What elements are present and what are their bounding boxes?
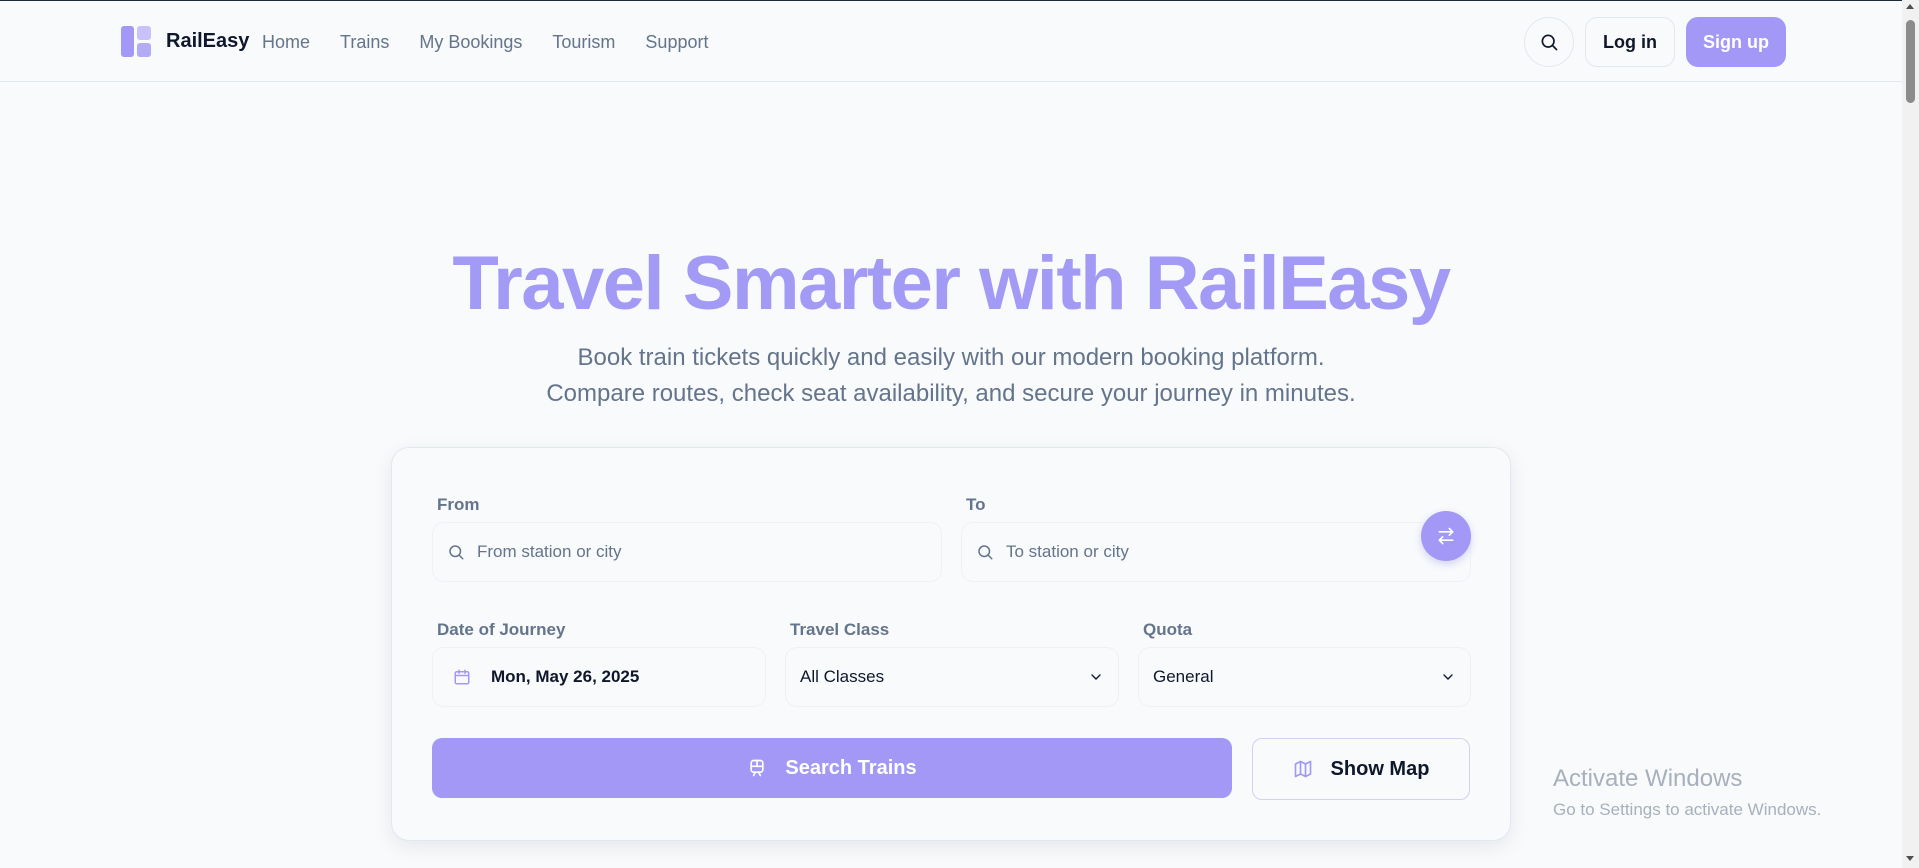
- chevron-down-icon: [1443, 674, 1453, 680]
- scroll-up-arrow-icon[interactable]: [1906, 4, 1914, 9]
- header-search-button[interactable]: [1524, 17, 1574, 67]
- nav-item-trains[interactable]: Trains: [340, 32, 389, 53]
- scrollbar-thumb[interactable]: [1906, 20, 1915, 103]
- show-map-label: Show Map: [1330, 757, 1430, 780]
- train-icon: [750, 759, 765, 777]
- main-nav: Home Trains My Bookings Tourism Support: [262, 32, 708, 53]
- show-map-button[interactable]: Show Map: [1252, 738, 1470, 800]
- travel-class-select[interactable]: All Classes: [785, 647, 1119, 707]
- from-input[interactable]: From station or city: [477, 542, 622, 562]
- travel-class-value: All Classes: [800, 667, 885, 686]
- vertical-scrollbar[interactable]: [1902, 0, 1919, 868]
- quota-value: General: [1153, 667, 1214, 686]
- date-field[interactable]: Mon, May 26, 2025: [432, 647, 766, 707]
- quota-select[interactable]: General: [1138, 647, 1471, 707]
- site-header: RailEasy Home Trains My Bookings Tourism…: [0, 1, 1902, 82]
- quota-label: Quota: [1143, 620, 1193, 639]
- hero-subtitle: Book train tickets quickly and easily wi…: [0, 340, 1902, 412]
- swap-stations-button[interactable]: [1421, 511, 1471, 561]
- search-icon: [976, 543, 994, 561]
- nav-item-support[interactable]: Support: [645, 32, 708, 53]
- nav-item-home[interactable]: Home: [262, 32, 310, 53]
- brand-name[interactable]: RailEasy: [166, 30, 249, 53]
- travel-class-label: Travel Class: [790, 620, 890, 639]
- calendar-icon: [453, 668, 471, 686]
- from-field[interactable]: From station or city: [432, 522, 942, 582]
- search-trains-button[interactable]: Search Trains: [432, 738, 1232, 798]
- nav-item-my-bookings[interactable]: My Bookings: [419, 32, 522, 53]
- search-card: From From station or city To To station …: [391, 447, 1511, 841]
- signup-button[interactable]: Sign up: [1686, 17, 1786, 67]
- to-input[interactable]: To station or city: [1006, 542, 1129, 562]
- windows-activation-title: Activate Windows: [1553, 765, 1743, 792]
- date-label: Date of Journey: [437, 620, 566, 639]
- scroll-down-arrow-icon[interactable]: [1906, 856, 1914, 861]
- hero-title: Travel Smarter with RailEasy: [452, 241, 1451, 326]
- logo-icon[interactable]: [121, 26, 151, 57]
- hero-subtitle-line-2: Compare routes, check seat availability,…: [546, 380, 1356, 407]
- to-field[interactable]: To station or city: [961, 522, 1471, 582]
- to-label: To: [966, 495, 986, 514]
- search-icon: [447, 543, 465, 561]
- windows-activation-subtitle: Go to Settings to activate Windows.: [1553, 800, 1822, 819]
- swap-icon: [1438, 527, 1454, 545]
- nav-item-tourism[interactable]: Tourism: [552, 32, 615, 53]
- search-trains-label: Search Trains: [785, 756, 917, 779]
- map-icon: [1294, 760, 1311, 778]
- date-value[interactable]: Mon, May 26, 2025: [491, 667, 639, 687]
- from-label: From: [437, 495, 480, 514]
- chevron-down-icon: [1091, 674, 1101, 680]
- search-icon: [1541, 34, 1558, 51]
- hero-subtitle-line-1: Book train tickets quickly and easily wi…: [577, 344, 1325, 371]
- login-button[interactable]: Log in: [1585, 17, 1675, 67]
